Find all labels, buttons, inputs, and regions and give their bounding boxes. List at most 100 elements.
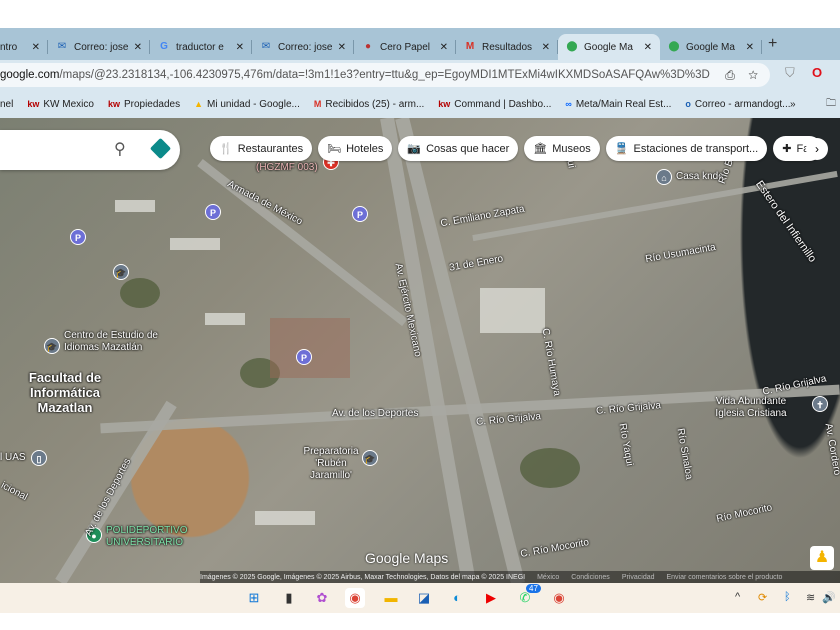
file-explorer-icon[interactable]: ▬ <box>381 588 401 608</box>
street-label: Río Sinaloa <box>674 427 695 481</box>
close-icon[interactable]: ✕ <box>746 42 754 53</box>
tab[interactable]: ntro ✕ <box>0 34 48 60</box>
windows-start-icon[interactable]: ⊞ <box>244 588 264 608</box>
chip-museos[interactable]: 🏛 Museos <box>524 136 600 161</box>
school-pin[interactable]: 🎓 <box>113 264 129 280</box>
bookmark[interactable]: o Correo - armandogt... <box>685 99 790 110</box>
tab-title: Cero Papel <box>380 41 431 53</box>
parking-area <box>270 318 350 378</box>
street-label: Av. Cordero <box>822 422 840 477</box>
chip-estaciones[interactable]: 🚆 Estaciones de transport... <box>605 136 768 161</box>
url-path: /maps/@23.2318134,-106.4230975,476m/data… <box>59 69 710 81</box>
gmail-icon: M <box>313 99 322 109</box>
youtube-icon[interactable]: ▶ <box>481 588 501 608</box>
close-icon[interactable]: ✕ <box>644 42 652 53</box>
chevron-up-icon[interactable]: ^ <box>735 591 740 603</box>
street-label: C. Emiliano Zapata <box>439 203 526 230</box>
copilot-icon[interactable]: ✿ <box>312 588 332 608</box>
place-label: Vida Abundante Iglesia Cristiana <box>715 396 787 419</box>
place-pin[interactable]: ⌂ <box>656 169 672 185</box>
chip-restaurantes[interactable]: 🍴 Restaurantes <box>210 136 313 161</box>
parking-pin[interactable]: P <box>296 349 312 365</box>
school-pin[interactable]: 🎓 <box>44 338 60 354</box>
feedback-link[interactable]: Enviar comentarios sobre el producto <box>667 574 783 581</box>
country-link[interactable]: México <box>537 574 559 581</box>
close-icon[interactable]: ✕ <box>542 42 550 53</box>
parking-pin[interactable]: P <box>70 229 86 245</box>
parking-pin[interactable]: P <box>205 204 221 220</box>
close-icon[interactable]: ✕ <box>440 42 448 53</box>
url-input[interactable]: google.com/maps/@23.2318134,-106.4230975… <box>0 63 770 87</box>
tab-title: Resultados <box>482 41 533 53</box>
tab[interactable]: ✉ Correo: jose ✕ <box>252 34 354 60</box>
map-attribution: Imágenes © 2025 Google, Imágenes © 2025 … <box>200 571 840 583</box>
street-label: 31 de Enero <box>448 253 505 274</box>
close-icon[interactable]: ✕ <box>32 42 40 53</box>
tab[interactable]: M Resultados ✕ <box>456 34 558 60</box>
chevron-right-icon[interactable]: › <box>806 138 828 160</box>
opera-extension-icon[interactable]: O <box>812 65 822 80</box>
chip-hoteles[interactable]: 🛏 Hoteles <box>318 136 393 161</box>
bookmark[interactable]: M Recibidos (25) - arm... <box>314 99 424 110</box>
building <box>170 238 220 250</box>
maps-icon: ⬤ <box>668 41 680 52</box>
bookmark[interactable]: nel <box>0 99 13 110</box>
tab[interactable]: ● Cero Papel ✕ <box>354 34 456 60</box>
outlook-icon: ✉ <box>57 41 67 52</box>
outlook-icon: ✉ <box>261 41 271 52</box>
search-icon[interactable]: ⚲ <box>114 139 126 159</box>
sync-icon[interactable]: ⟳ <box>758 591 767 604</box>
place-label: Facultad de Informática Mazatlan <box>28 370 102 415</box>
road <box>472 170 838 242</box>
chrome-icon[interactable]: ◉ <box>345 588 365 608</box>
pegman-icon[interactable]: ♟ <box>810 546 834 570</box>
terms-link[interactable]: Condiciones <box>571 574 610 581</box>
tab-title: traductor e <box>176 41 224 53</box>
chip-label: Estaciones de transport... <box>633 142 759 155</box>
tab-title: ntro <box>0 41 18 53</box>
tab-title: Google Ma <box>686 41 735 53</box>
parking-pin[interactable]: P <box>352 206 368 222</box>
edge-icon[interactable]: ◐ <box>447 588 467 608</box>
bookmark[interactable]: kw Propiedades <box>108 99 180 110</box>
tab[interactable]: ⬤ Google Ma ✕ <box>660 34 762 60</box>
wifi-icon[interactable]: ≋ <box>806 591 815 604</box>
bookmark[interactable]: kw KW Mexico <box>27 99 94 110</box>
tab[interactable]: Gtraductor e ✕ <box>150 34 252 60</box>
kw-icon: kw <box>27 99 40 109</box>
directions-icon[interactable] <box>149 137 172 160</box>
place-label: Centro de Estudio de Idiomas Mazatlán <box>64 330 158 353</box>
bookmarks-more-button[interactable]: » <box>790 99 796 110</box>
volume-icon[interactable]: 🔊 <box>822 591 836 604</box>
bookmark[interactable]: kw Command | Dashbo... <box>438 99 551 110</box>
bluetooth-icon[interactable]: ᛒ <box>784 591 791 603</box>
map-satellite-view[interactable]: P P P P 🎓 🎓 🎓 ▯ ⌂ ✝ ● ✚ Armada de México… <box>0 118 840 583</box>
train-icon: 🚆 <box>614 143 629 155</box>
maps-icon: ⬤ <box>566 41 578 52</box>
church-pin[interactable]: ✝ <box>812 396 828 412</box>
tab-active[interactable]: ⬤ Google Ma ✕ <box>558 34 660 60</box>
chrome-profile-icon[interactable]: ◉ <box>549 588 569 608</box>
tab[interactable]: ✉ Correo: jose ✕ <box>48 34 150 60</box>
shield-extension-icon[interactable]: ⛉ <box>785 65 795 81</box>
street-label: Av. de los Deportes <box>332 408 419 419</box>
app-icon[interactable]: ◪ <box>414 588 434 608</box>
library-pin[interactable]: ▯ <box>31 450 47 466</box>
new-tab-button[interactable]: + <box>768 35 777 53</box>
install-app-icon[interactable]: ⎙ <box>725 68 735 82</box>
bookmark-star-icon[interactable]: ☆ <box>748 68 758 82</box>
bookmark[interactable]: ∞ Meta/Main Real Est... <box>565 99 671 110</box>
task-view-icon[interactable]: ▮ <box>279 588 299 608</box>
bookmark[interactable]: ▲ Mi unidad - Google... <box>194 99 300 110</box>
close-icon[interactable]: ✕ <box>236 42 244 53</box>
street-label: icional <box>0 479 30 504</box>
folder-icon[interactable]: 🗀 <box>826 96 836 113</box>
close-icon[interactable]: ✕ <box>338 42 346 53</box>
privacy-link[interactable]: Privacidad <box>622 574 655 581</box>
building <box>205 313 245 325</box>
chip-cosas-que-hacer[interactable]: 📷 Cosas que hacer <box>398 136 519 161</box>
street-label: Río Usumacinta <box>644 241 717 266</box>
close-icon[interactable]: ✕ <box>134 42 142 53</box>
bookmark-label: KW Mexico <box>43 98 94 110</box>
search-box[interactable]: ⚲ <box>0 130 180 170</box>
